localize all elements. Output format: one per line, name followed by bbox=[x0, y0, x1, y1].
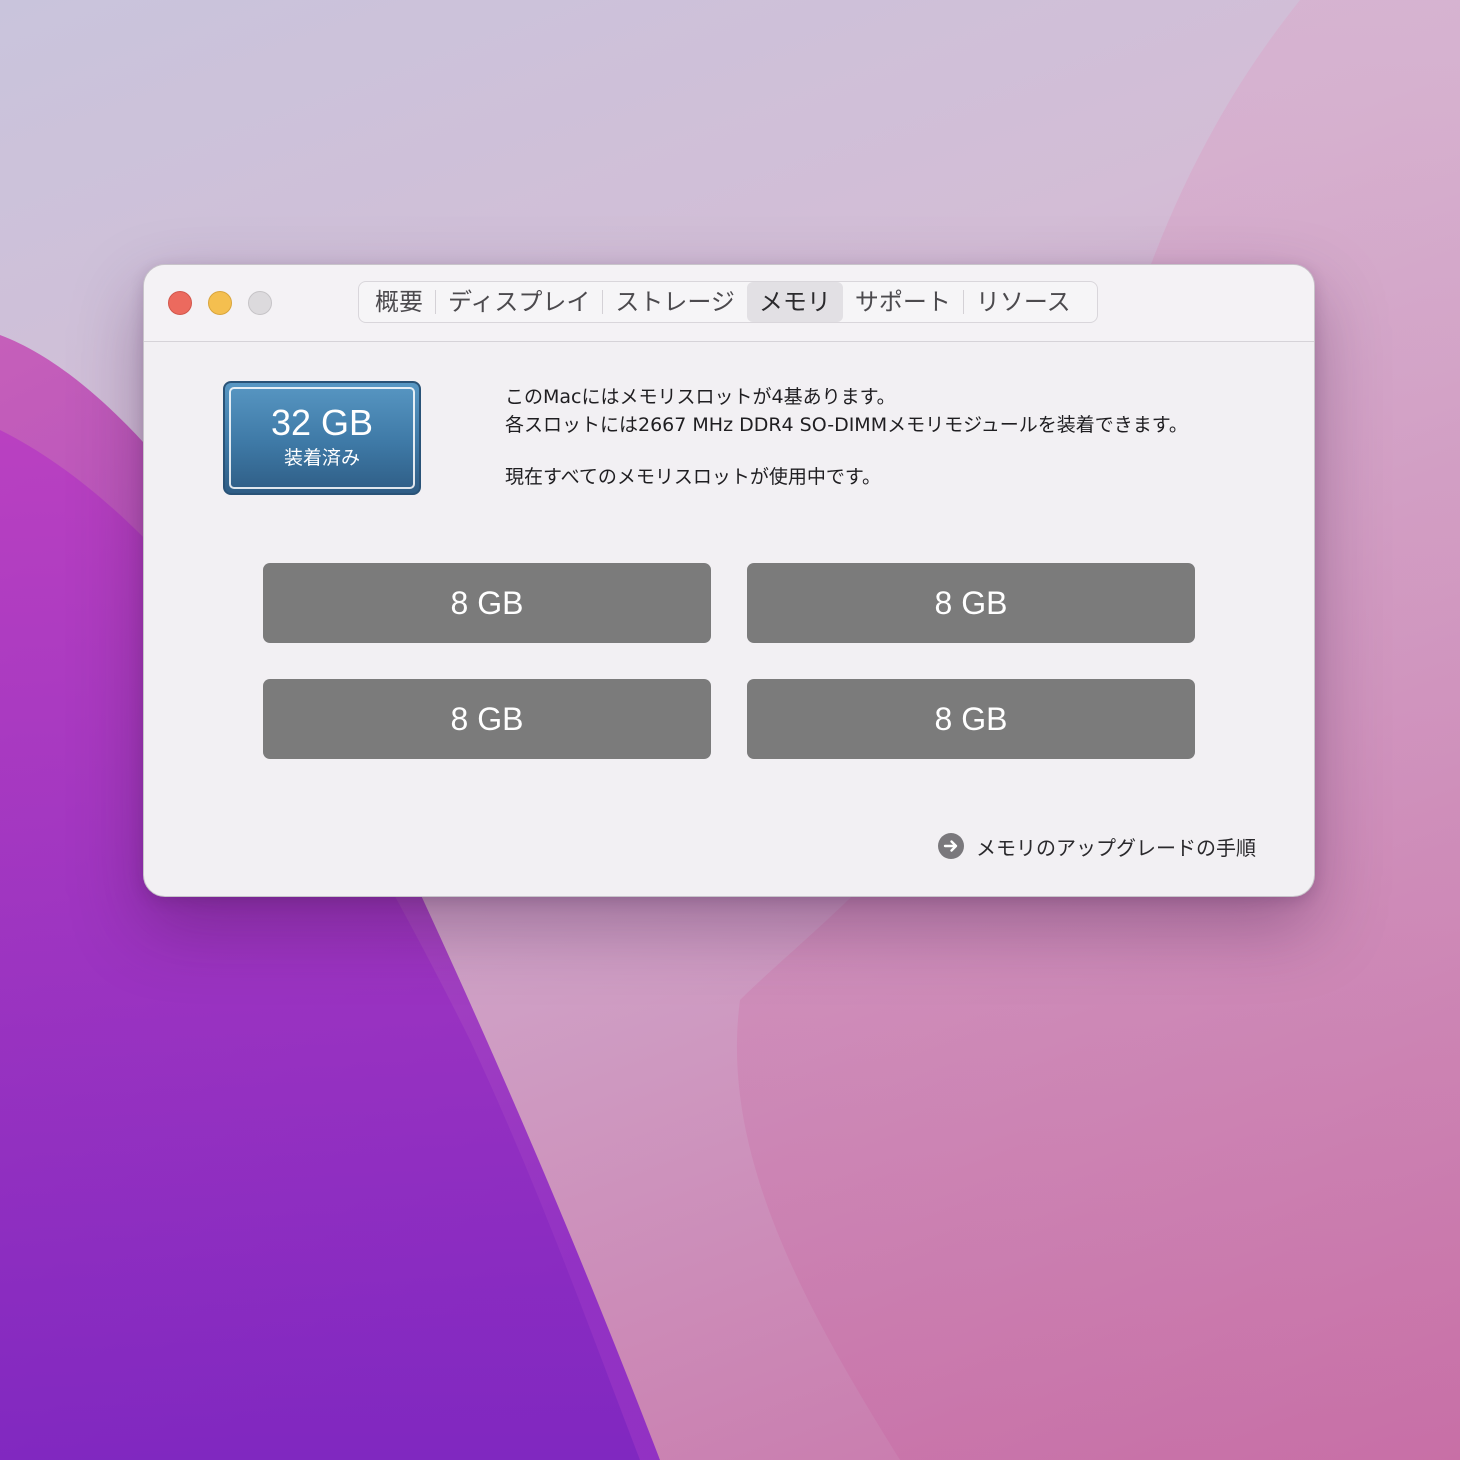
memory-slot-2: 8 GB bbox=[747, 563, 1195, 643]
about-this-mac-window: 概要 ディスプレイ ストレージ メモリ サポート リソース 32 GB 装着済み… bbox=[143, 264, 1315, 897]
memory-total-badge: 32 GB 装着済み bbox=[223, 381, 421, 495]
tab-storage[interactable]: ストレージ bbox=[603, 282, 747, 322]
close-button[interactable] bbox=[168, 291, 192, 315]
memory-installed-label: 装着済み bbox=[283, 447, 360, 469]
memory-slot-count-text: このMacにはメモリスロットが4基あります。 bbox=[505, 386, 896, 408]
tab-support[interactable]: サポート bbox=[843, 282, 963, 322]
memory-badge-frame: 32 GB 装着済み bbox=[229, 387, 415, 489]
tab-memory[interactable]: メモリ bbox=[746, 282, 843, 322]
arrow-right-circle-icon bbox=[938, 833, 964, 859]
minimize-button[interactable] bbox=[208, 291, 232, 315]
memory-slot-1: 8 GB bbox=[263, 563, 711, 643]
tab-resources[interactable]: リソース bbox=[964, 282, 1083, 322]
memory-usage-text: 現在すべてのメモリスロットが使用中です。 bbox=[505, 466, 882, 488]
memory-total-size: 32 GB bbox=[270, 402, 374, 443]
memory-info-text: このMacにはメモリスロットが4基あります。 各スロットには2667 MHz D… bbox=[505, 383, 1285, 491]
zoom-button bbox=[248, 291, 272, 315]
tab-overview[interactable]: 概要 bbox=[363, 282, 435, 322]
tab-displays[interactable]: ディスプレイ bbox=[436, 282, 602, 322]
memory-slot-3: 8 GB bbox=[263, 679, 711, 759]
memory-upgrade-link[interactable]: メモリのアップグレードの手順 bbox=[938, 831, 1256, 861]
tab-bar: 概要 ディスプレイ ストレージ メモリ サポート リソース bbox=[358, 281, 1098, 323]
memory-upgrade-label[interactable]: メモリのアップグレードの手順 bbox=[976, 832, 1256, 861]
title-bar: 概要 ディスプレイ ストレージ メモリ サポート リソース bbox=[144, 265, 1314, 342]
memory-spec-text: 各スロットには2667 MHz DDR4 SO-DIMMメモリモジュールを装着で… bbox=[505, 414, 1188, 436]
memory-slot-4: 8 GB bbox=[747, 679, 1195, 759]
